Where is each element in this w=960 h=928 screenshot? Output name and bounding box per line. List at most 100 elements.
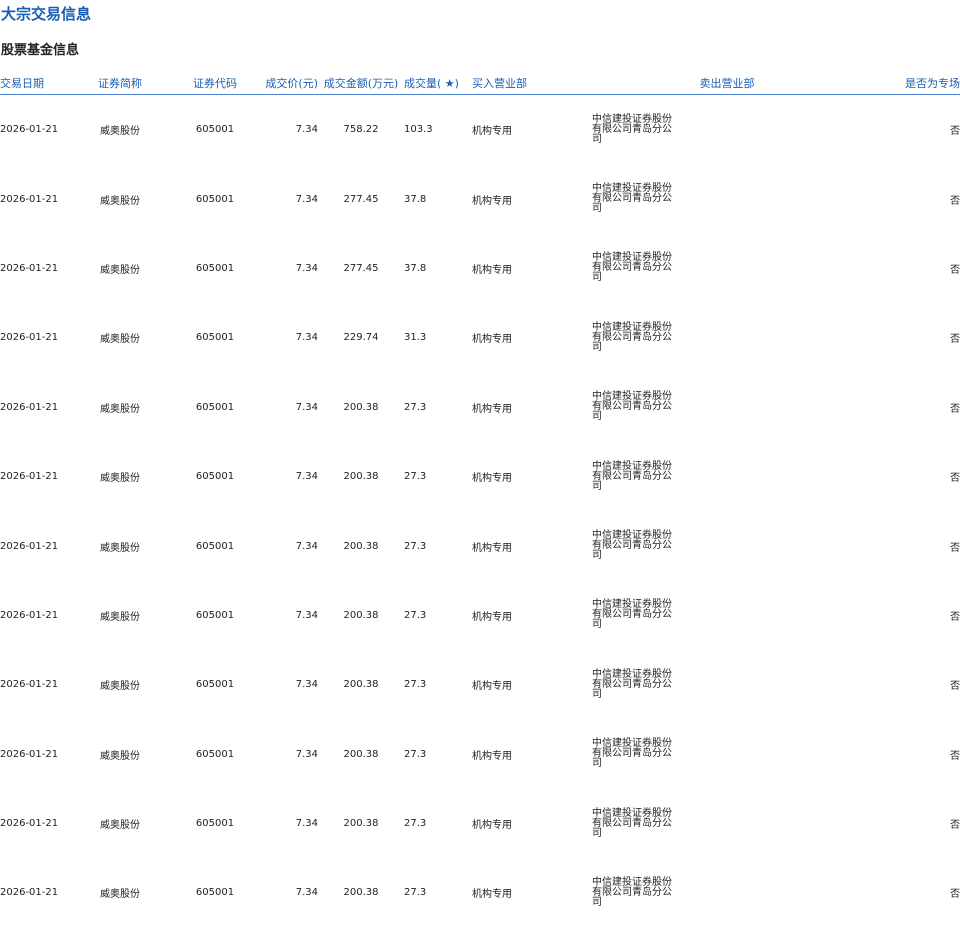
- column-header-buyer[interactable]: 买入营业部: [472, 72, 592, 95]
- cell-date: 2026-01-21: [0, 609, 59, 621]
- cell-volume: 27.3: [404, 748, 427, 760]
- cell-buyer: 机构专用: [472, 889, 512, 901]
- seller-text: 中信建投证券股份有限公司青岛分公司: [592, 599, 672, 631]
- cell-price: 7.34: [295, 540, 318, 552]
- cell-amount: 277.45: [343, 193, 379, 205]
- seller-text: 中信建投证券股份有限公司青岛分公司: [592, 668, 672, 700]
- cell-special: 否: [950, 820, 960, 832]
- cell-amount: 200.38: [343, 401, 379, 413]
- cell-volume: 37.8: [404, 193, 427, 205]
- cell-seller: 中信建投证券股份有限公司青岛分公司: [592, 581, 862, 650]
- section-title: 股票基金信息: [1, 43, 80, 58]
- column-header-date[interactable]: 交易日期: [0, 72, 70, 95]
- seller-text: 中信建投证券股份有限公司青岛分公司: [592, 183, 672, 215]
- cell-amount: 200.38: [343, 471, 379, 483]
- cell-seller: 中信建投证券股份有限公司青岛分公司: [592, 303, 862, 372]
- cell-date: 2026-01-21: [0, 193, 59, 205]
- column-header-price[interactable]: 成交价(元): [260, 72, 318, 95]
- table-row: 2026-01-21 威奥股份 605001 7.34 758.22 103.3 机构专用 中…: [0, 95, 960, 165]
- cell-special: 否: [950, 195, 960, 207]
- cell-buyer: 机构专用: [472, 264, 512, 276]
- cell-name: 威奥股份: [100, 889, 140, 901]
- cell-amount: 229.74: [343, 332, 379, 344]
- cell-code: 605001: [195, 540, 235, 552]
- cell-name: 威奥股份: [100, 264, 140, 276]
- cell-buyer: 机构专用: [472, 750, 512, 762]
- seller-text: 中信建投证券股份有限公司青岛分公司: [592, 321, 672, 353]
- cell-special: 否: [950, 334, 960, 346]
- table-row: 2026-01-21 威奥股份 605001 7.34 200.38 27.3 机构专用 中信…: [0, 511, 960, 580]
- cell-special: 否: [950, 473, 960, 485]
- cell-price: 7.34: [295, 262, 318, 274]
- cell-code: 605001: [195, 401, 235, 413]
- cell-volume: 27.3: [404, 471, 427, 483]
- cell-volume: 103.3: [404, 124, 433, 136]
- cell-volume: 27.3: [404, 401, 427, 413]
- cell-amount: 200.38: [343, 540, 379, 552]
- cell-volume: 27.3: [404, 679, 427, 691]
- cell-price: 7.34: [295, 401, 318, 413]
- cell-special: 否: [950, 264, 960, 276]
- cell-date: 2026-01-21: [0, 332, 59, 344]
- cell-name: 威奥股份: [100, 195, 140, 207]
- column-header-seller[interactable]: 卖出营业部: [592, 72, 862, 95]
- seller-text: 中信建投证券股份有限公司青岛分公司: [592, 807, 672, 839]
- seller-text: 中信建投证券股份有限公司青岛分公司: [592, 738, 672, 770]
- cell-price: 7.34: [295, 748, 318, 760]
- cell-seller: 中信建投证券股份有限公司青岛分公司: [592, 789, 862, 858]
- table-row: 2026-01-21 威奥股份 605001 7.34 200.38 27.3 机构专用 中信…: [0, 373, 960, 442]
- cell-price: 7.34: [295, 193, 318, 205]
- cell-seller: 中信建投证券股份有限公司青岛分公司: [592, 720, 862, 789]
- table-row: 2026-01-21 威奥股份 605001 7.34 200.38 27.3 机构专用 中信…: [0, 858, 960, 927]
- cell-buyer: 机构专用: [472, 681, 512, 693]
- cell-special: 否: [950, 126, 960, 138]
- cell-amount: 200.38: [343, 609, 379, 621]
- cell-code: 605001: [195, 818, 235, 830]
- cell-code: 605001: [195, 679, 235, 691]
- cell-seller: 中信建投证券股份有限公司青岛分公司: [592, 858, 862, 927]
- cell-buyer: 机构专用: [472, 334, 512, 346]
- cell-date: 2026-01-21: [0, 262, 59, 274]
- cell-date: 2026-01-21: [0, 124, 59, 136]
- cell-seller: 中信建投证券股份有限公司青岛分公司: [592, 442, 862, 511]
- cell-volume: 27.3: [404, 818, 427, 830]
- cell-amount: 277.45: [343, 262, 379, 274]
- table-body: 2026-01-21 威奥股份 605001 7.34 758.22 103.3 机构专用中…: [0, 95, 960, 928]
- cell-name: 威奥股份: [100, 473, 140, 485]
- column-header-code[interactable]: 证券代码: [170, 72, 260, 95]
- cell-buyer: 机构专用: [472, 126, 512, 138]
- seller-text: 中信建投证券股份有限公司青岛分公司: [592, 530, 672, 562]
- cell-amount: 200.38: [343, 818, 379, 830]
- cell-volume: 27.3: [404, 887, 427, 899]
- cell-date: 2026-01-21: [0, 818, 59, 830]
- cell-volume: 37.8: [404, 262, 427, 274]
- cell-seller: 中信建投证券股份有限公司青岛分公司: [592, 373, 862, 442]
- seller-text: 中信建投证券股份有限公司青岛分公司: [592, 252, 672, 284]
- cell-seller: 中信建投证券股份有限公司青岛分公司: [592, 650, 862, 719]
- column-header-volume[interactable]: 成交量( ★): [404, 72, 472, 95]
- cell-buyer: 机构专用: [472, 820, 512, 832]
- cell-special: 否: [950, 750, 960, 762]
- cell-code: 605001: [195, 124, 235, 136]
- column-header-name[interactable]: 证券简称: [70, 72, 170, 95]
- table-row: 2026-01-21 威奥股份 605001 7.34 200.38 27.3 机构专用 中信…: [0, 442, 960, 511]
- cell-seller: 中信建投证券股份有限公司青岛分公司: [592, 95, 862, 165]
- cell-price: 7.34: [295, 332, 318, 344]
- cell-buyer: 机构专用: [472, 473, 512, 485]
- cell-volume: 27.3: [404, 609, 427, 621]
- cell-seller: 中信建投证券股份有限公司青岛分公司: [592, 511, 862, 580]
- block-trade-table: 交易日期 证券简称 证券代码 成交价(元) 成交金额(万元) 成交量( ★) 买…: [0, 72, 960, 928]
- cell-code: 605001: [195, 471, 235, 483]
- cell-name: 威奥股份: [100, 750, 140, 762]
- column-header-special[interactable]: 是否为专场: [862, 72, 960, 95]
- column-header-amount[interactable]: 成交金额(万元): [318, 72, 404, 95]
- cell-price: 7.34: [295, 818, 318, 830]
- table-row: 2026-01-21 威奥股份 605001 7.34 277.45 37.8 机构专用 中信…: [0, 164, 960, 233]
- cell-price: 7.34: [295, 679, 318, 691]
- cell-special: 否: [950, 611, 960, 623]
- seller-text: 中信建投证券股份有限公司青岛分公司: [592, 113, 672, 145]
- seller-text: 中信建投证券股份有限公司青岛分公司: [592, 876, 672, 908]
- cell-special: 否: [950, 403, 960, 415]
- table-row: 2026-01-21 威奥股份 605001 7.34 200.38 27.3 机构专用 中信…: [0, 789, 960, 858]
- cell-name: 威奥股份: [100, 542, 140, 554]
